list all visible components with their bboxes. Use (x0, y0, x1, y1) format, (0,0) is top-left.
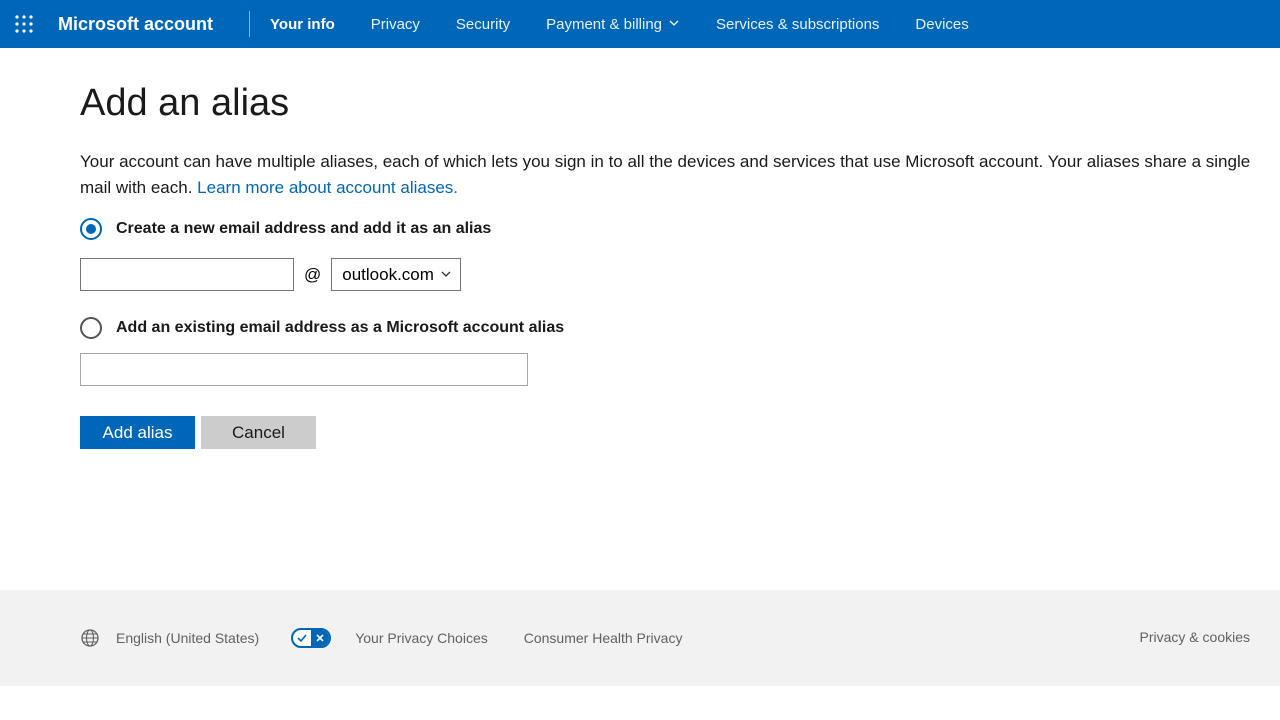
nav-label: Devices (915, 16, 968, 33)
intro-line-1: Your account can have multiple aliases, … (80, 152, 1250, 171)
nav-your-info[interactable]: Your info (252, 0, 353, 48)
nav-devices[interactable]: Devices (897, 0, 986, 48)
intro-line-2: mail with each. (80, 178, 197, 197)
option-create-new-label: Create a new email address and add it as… (116, 220, 491, 238)
page-title: Add an alias (80, 82, 1280, 125)
globe-icon (80, 628, 100, 648)
language-selector[interactable]: English (United States) (116, 630, 259, 646)
main-content: Add an alias Your account can have multi… (0, 48, 1280, 449)
chevron-down-icon (668, 16, 680, 33)
new-email-row: @ outlook.com (80, 258, 1280, 291)
existing-email-row (80, 353, 1280, 386)
add-alias-button[interactable]: Add alias (80, 416, 195, 449)
option-add-existing: Add an existing email address as a Micro… (80, 317, 1280, 339)
pill-x-icon (311, 630, 329, 646)
nav-services-subscriptions[interactable]: Services & subscriptions (698, 0, 897, 48)
top-nav: Microsoft account Your info Privacy Secu… (0, 0, 1280, 48)
nav-label: Security (456, 16, 510, 33)
nav-links: Your info Privacy Security Payment & bil… (252, 0, 987, 48)
at-symbol: @ (304, 265, 321, 285)
privacy-cookies-link[interactable]: Privacy & cookies (1140, 629, 1250, 645)
nav-label: Your info (270, 16, 335, 33)
option-create-new: Create a new email address and add it as… (80, 218, 1280, 240)
intro-text: Your account can have multiple aliases, … (80, 149, 1280, 200)
domain-selected-value: outlook.com (342, 265, 434, 285)
privacy-choices-link[interactable]: Your Privacy Choices (355, 630, 488, 646)
nav-label: Privacy (371, 16, 420, 33)
domain-select[interactable]: outlook.com (331, 258, 461, 291)
option-add-existing-label: Add an existing email address as a Micro… (116, 319, 564, 337)
chevron-down-icon (440, 265, 452, 285)
app-launcher-icon[interactable] (10, 10, 38, 38)
footer-left: English (United States) Your Privacy Cho… (80, 628, 682, 648)
nav-divider (249, 11, 250, 37)
radio-dot-icon (86, 224, 96, 234)
button-row: Add alias Cancel (80, 416, 1280, 449)
existing-email-input[interactable] (80, 353, 528, 386)
learn-more-link[interactable]: Learn more about account aliases. (197, 178, 458, 197)
radio-create-new[interactable] (80, 218, 102, 240)
nav-payment-billing[interactable]: Payment & billing (528, 0, 698, 48)
nav-label: Payment & billing (546, 16, 662, 33)
nav-label: Services & subscriptions (716, 16, 879, 33)
nav-privacy[interactable]: Privacy (353, 0, 438, 48)
new-email-input[interactable] (80, 258, 294, 291)
brand-label[interactable]: Microsoft account (58, 14, 231, 35)
nav-security[interactable]: Security (438, 0, 528, 48)
footer-right: Privacy & cookies (1140, 629, 1250, 647)
footer: English (United States) Your Privacy Cho… (0, 590, 1280, 686)
cancel-button[interactable]: Cancel (201, 416, 316, 449)
pill-check-icon (293, 630, 311, 646)
consumer-health-link[interactable]: Consumer Health Privacy (524, 630, 683, 646)
privacy-pill-icon[interactable] (291, 628, 331, 648)
radio-add-existing[interactable] (80, 317, 102, 339)
